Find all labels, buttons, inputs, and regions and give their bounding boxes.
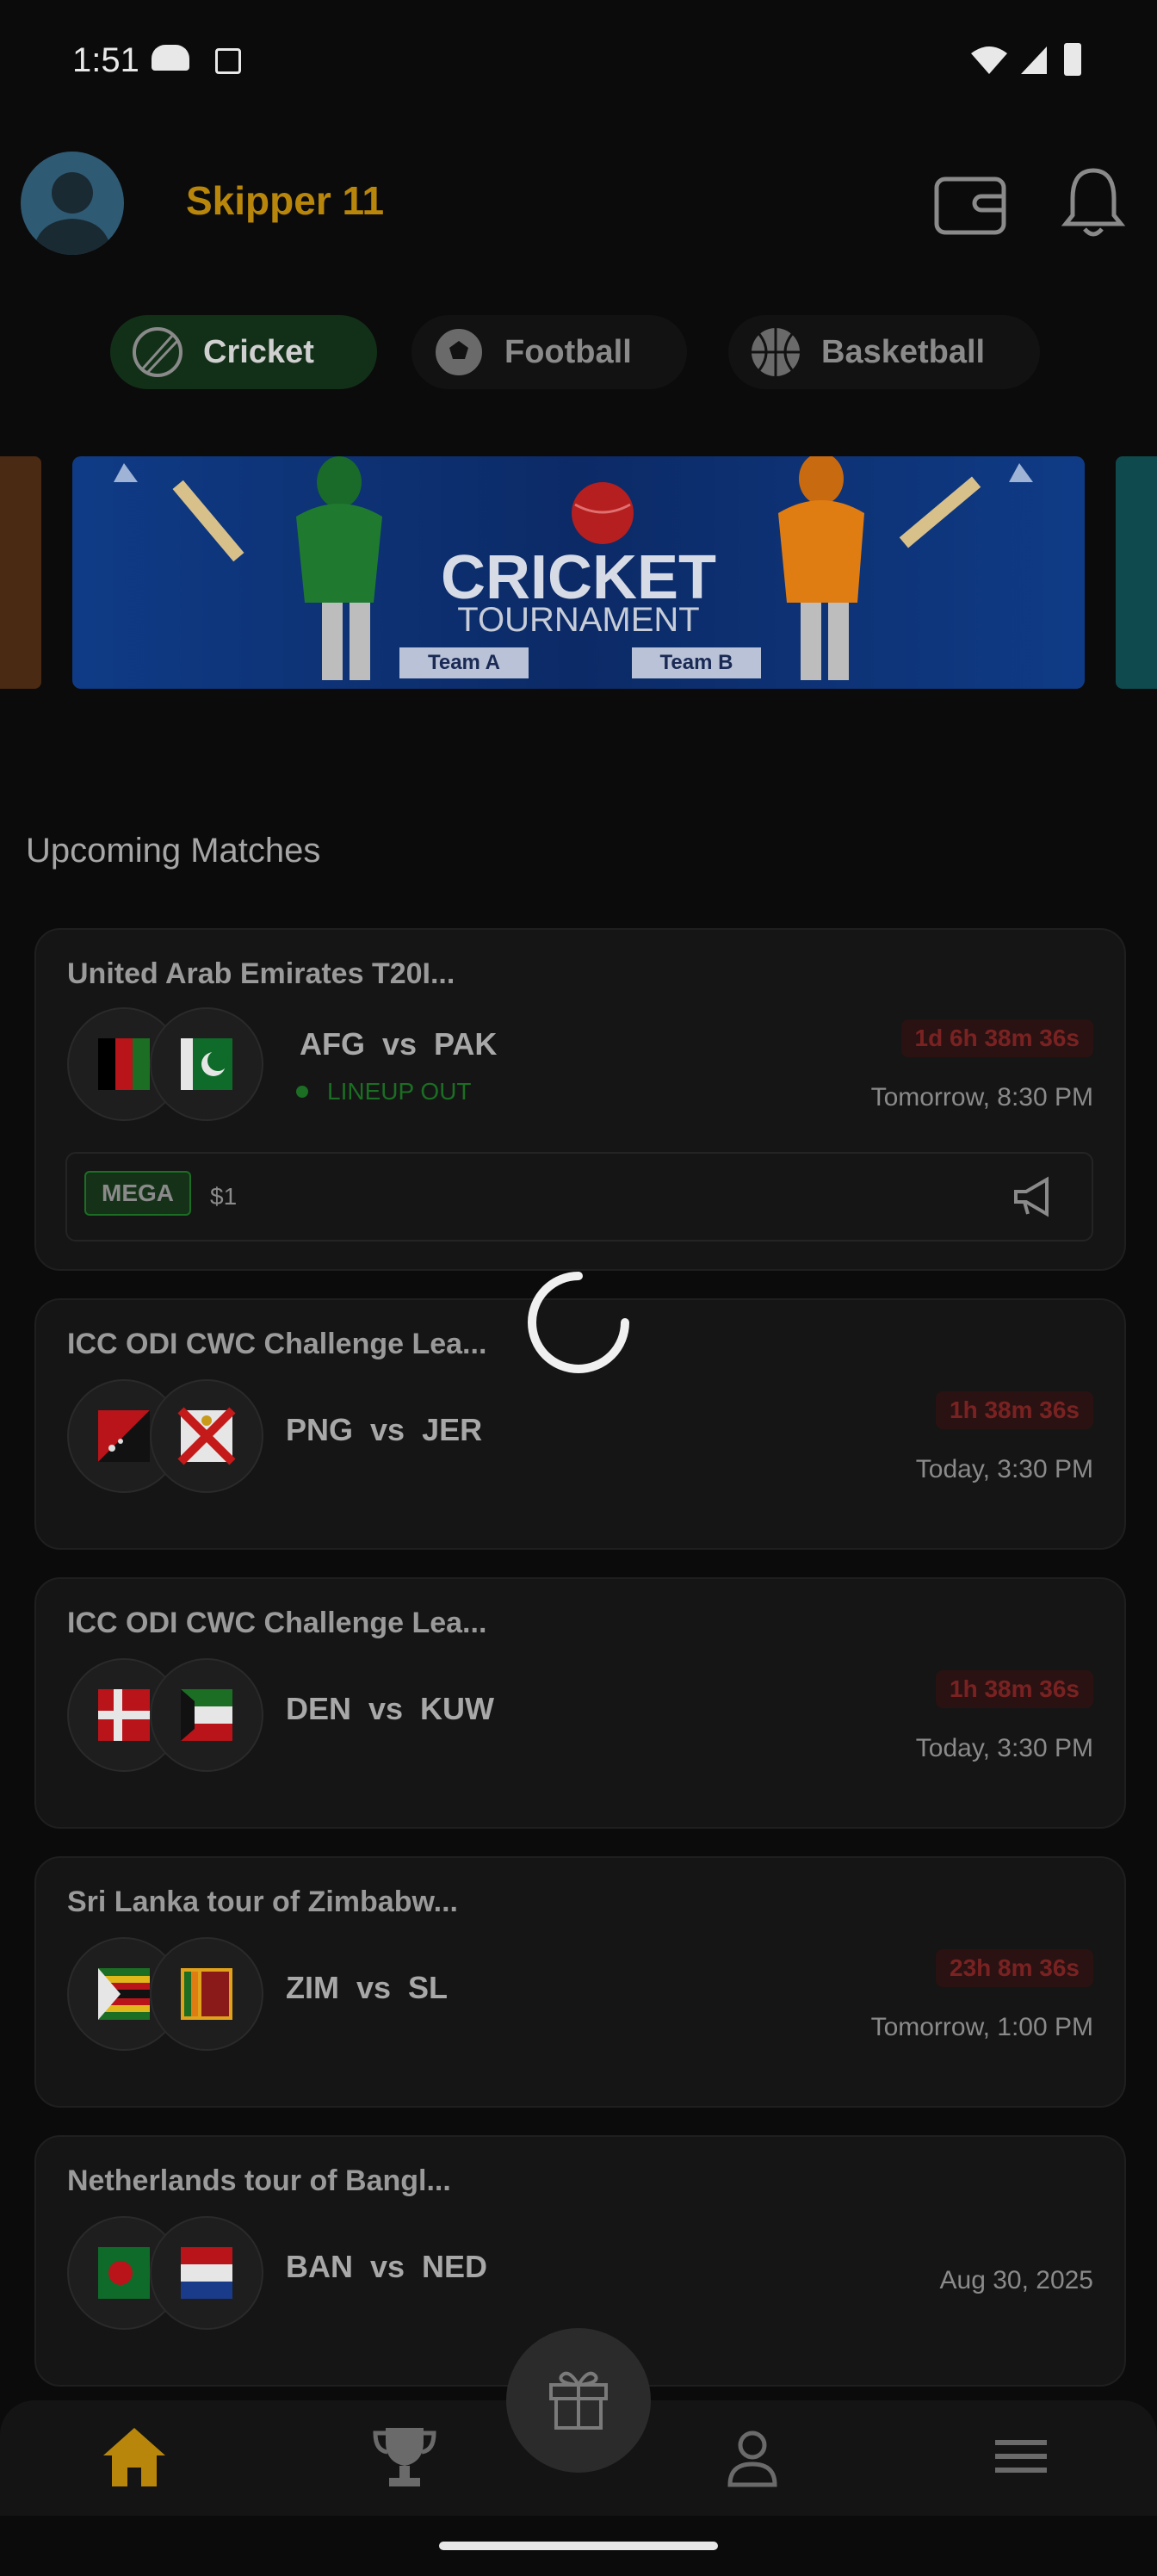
countdown-timer: 1d 6h 38m 36s	[900, 1019, 1093, 1057]
football-icon	[434, 327, 484, 377]
status-time: 1:51	[72, 41, 139, 79]
banner-prev-peek[interactable]	[0, 456, 41, 689]
home-icon[interactable]	[100, 2424, 169, 2490]
match-teams: AFG vs PAK	[300, 1026, 498, 1062]
match-card[interactable]: ICC ODI CWC Challenge Lea... DEN vs KUW …	[34, 1577, 1126, 1829]
avatar-silhouette-icon	[33, 172, 112, 255]
banner-team-b: Team B	[632, 647, 761, 678]
team-flag-pak	[150, 1007, 263, 1121]
team-flag-sl	[150, 1937, 263, 2051]
series-title: ICC ODI CWC Challenge Lea...	[67, 1607, 487, 1639]
contest-amount: $1	[210, 1183, 238, 1210]
series-title: Netherlands tour of Bangl...	[67, 2164, 451, 2197]
match-time: Today, 3:30 PM	[915, 1455, 1093, 1483]
banner-next-peek[interactable]	[1116, 456, 1157, 689]
team-flag-ned	[150, 2216, 263, 2330]
tab-label: Basketball	[821, 333, 986, 370]
series-title: Sri Lanka tour of Zimbabw...	[67, 1886, 459, 1918]
lineup-label: LINEUP OUT	[327, 1078, 472, 1105]
series-title: United Arab Emirates T20I...	[67, 957, 455, 990]
tab-football[interactable]: Football	[411, 315, 687, 389]
app-title: Skipper 11	[186, 178, 385, 223]
match-teams: ZIM vs SL	[286, 1970, 449, 2005]
cricket-ball-icon	[133, 327, 183, 377]
team-flag-jer	[150, 1379, 263, 1493]
megaphone-icon[interactable]	[1012, 1176, 1057, 1217]
basketball-icon	[752, 328, 800, 376]
countdown-timer: 23h 8m 36s	[936, 1949, 1093, 1987]
battery-icon	[1064, 43, 1081, 76]
match-time: Tomorrow, 1:00 PM	[870, 2013, 1093, 2041]
countdown-timer: 1h 38m 36s	[936, 1670, 1093, 1708]
banner-subtitle: TOURNAMENT	[457, 601, 700, 639]
notification-bell-icon[interactable]	[1059, 164, 1128, 241]
loading-spinner	[528, 1272, 629, 1373]
gift-icon	[549, 2371, 608, 2430]
wifi-icon	[971, 46, 1007, 74]
match-teams: DEN vs KUW	[286, 1691, 495, 1726]
match-time: Tomorrow, 8:30 PM	[870, 1083, 1093, 1112]
match-card[interactable]: United Arab Emirates T20I... AFG vs PAK …	[34, 928, 1126, 1271]
mega-badge: MEGA	[84, 1171, 191, 1216]
tournament-banner[interactable]: CRICKET TOURNAMENT Team A Team B	[72, 456, 1085, 689]
match-card[interactable]: Sri Lanka tour of Zimbabw... ZIM vs SL 2…	[34, 1856, 1126, 2108]
wallet-icon[interactable]	[933, 170, 1007, 236]
menu-icon[interactable]	[987, 2424, 1055, 2490]
avatar[interactable]	[21, 152, 124, 255]
tab-basketball[interactable]: Basketball	[728, 315, 1040, 389]
match-time: Aug 30, 2025	[939, 2266, 1094, 2294]
match-teams: BAN vs NED	[286, 2249, 488, 2284]
contest-row[interactable]: MEGA $1	[65, 1152, 1093, 1242]
profile-icon[interactable]	[718, 2424, 787, 2490]
banner-team-a: Team A	[399, 647, 529, 678]
gesture-home-bar[interactable]	[439, 2542, 718, 2550]
signal-icon	[1021, 46, 1047, 74]
tab-label: Football	[504, 333, 632, 370]
status-bar: 1:51	[0, 0, 1157, 121]
lineup-dot	[296, 1086, 308, 1098]
notification-icon	[152, 45, 189, 71]
lineup-status: LINEUP OUT	[296, 1078, 472, 1105]
trophy-icon[interactable]	[370, 2424, 439, 2490]
series-title: ICC ODI CWC Challenge Lea...	[67, 1328, 487, 1360]
tab-cricket[interactable]: Cricket	[110, 315, 377, 389]
countdown-timer: 1h 38m 36s	[936, 1391, 1093, 1429]
app-notification-icon	[215, 48, 241, 74]
tab-label: Cricket	[203, 333, 314, 370]
match-teams: PNG vs JER	[286, 1412, 483, 1447]
section-title: Upcoming Matches	[26, 832, 321, 870]
gift-button[interactable]	[506, 2328, 651, 2473]
match-time: Today, 3:30 PM	[915, 1734, 1093, 1762]
team-flag-kuw	[150, 1658, 263, 1772]
